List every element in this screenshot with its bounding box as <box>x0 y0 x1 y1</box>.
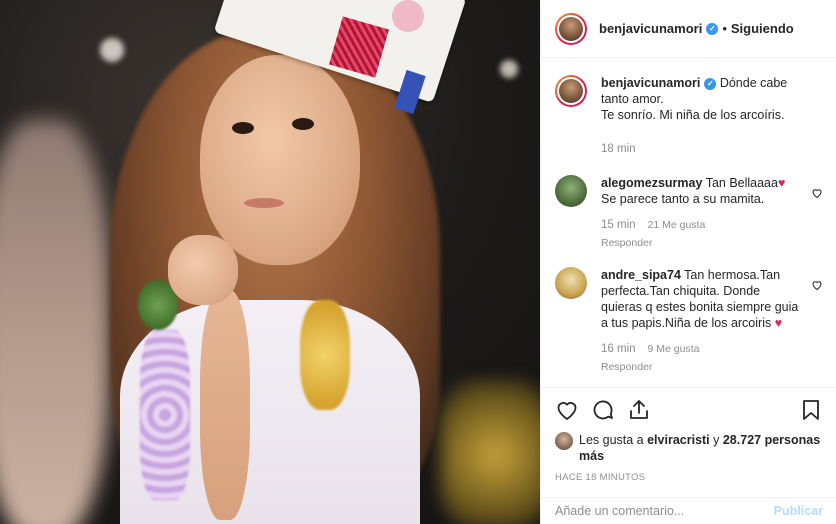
likes-connector: y <box>709 433 723 447</box>
caption-line-2: Te sonrío. Mi niña de los arcoíris. <box>601 108 785 122</box>
post-photo[interactable] <box>0 0 540 524</box>
reply-button[interactable]: Responder <box>601 235 801 251</box>
photo-girl-eye-left <box>232 122 254 134</box>
comment-username[interactable]: alegomezsurmay <box>601 176 702 190</box>
heart-icon[interactable] <box>555 398 579 422</box>
reply-button[interactable]: Responder <box>601 359 801 375</box>
post-actions: Les gusta a elviracristi y 28.727 person… <box>541 387 836 483</box>
following-button[interactable]: Siguiendo <box>731 21 794 36</box>
add-comment-bar: Publicar <box>541 497 836 524</box>
instagram-post: benjavicunamori ✓ • Siguiendo benjavicun… <box>0 0 836 524</box>
liker-username[interactable]: elviracristi <box>647 433 710 447</box>
author-avatar[interactable] <box>555 12 587 45</box>
photo-bokeh-light <box>500 60 518 78</box>
verified-badge-icon: ✓ <box>704 77 717 90</box>
post-caption: benjavicunamori ✓ Dónde cabe tanto amor. … <box>555 75 823 157</box>
share-icon[interactable] <box>627 398 651 422</box>
comment-input[interactable] <box>555 504 774 518</box>
verified-badge-icon: ✓ <box>706 22 719 35</box>
photo-blurred-background-left <box>0 120 110 524</box>
photo-flower-lei-yellow <box>300 300 350 410</box>
likes-prefix: Les gusta a <box>579 433 648 447</box>
photo-girl-eye-right <box>292 118 314 130</box>
follow-separator: • <box>722 21 727 36</box>
photo-flower-lei-purple <box>140 330 190 500</box>
comment-likes-count[interactable]: 21 Me gusta <box>648 217 706 233</box>
photo-girl-fist <box>168 235 238 305</box>
liker-avatar[interactable] <box>555 432 573 450</box>
likes-summary: Les gusta a elviracristi y 28.727 person… <box>555 432 823 464</box>
post-header: benjavicunamori ✓ • Siguiendo <box>541 0 836 58</box>
photo-girl-lips <box>244 198 284 208</box>
small-heart-icon[interactable] <box>811 279 823 291</box>
photo-bokeh-light <box>100 38 124 62</box>
author-avatar[interactable] <box>555 75 587 107</box>
photo-hat-pink-dot <box>392 0 424 32</box>
caption-username[interactable]: benjavicunamori <box>601 76 700 90</box>
photo-girl-face <box>200 55 360 265</box>
small-heart-icon[interactable] <box>811 187 823 199</box>
post-side-panel: benjavicunamori ✓ • Siguiendo benjavicun… <box>540 0 836 524</box>
comment-text-line-2: Se parece tanto a su mamita. <box>601 192 765 206</box>
comment-likes-count[interactable]: 9 Me gusta <box>648 341 700 357</box>
speech-bubble-icon[interactable] <box>591 398 615 422</box>
comment-item: andre_sipa74 Tan hermosa.Tan perfecta.Ta… <box>555 267 823 375</box>
comment-timestamp[interactable]: 16 min <box>601 341 636 357</box>
comments-list[interactable]: benjavicunamori ✓ Dónde cabe tanto amor. … <box>541 59 836 387</box>
commenter-avatar[interactable] <box>555 267 587 299</box>
comment-item: alegomezsurmay Tan Bellaaaa♥ Se parece t… <box>555 175 823 251</box>
post-time-ago[interactable]: HACE 18 MINUTOS <box>555 472 823 483</box>
comment-text: Tan Bellaaaa <box>705 176 778 190</box>
heart-emoji-icon: ♥ <box>777 176 786 190</box>
photo-girl-arm <box>200 290 250 520</box>
commenter-avatar[interactable] <box>555 175 587 207</box>
photo-blurred-background-right <box>440 380 540 524</box>
comment-timestamp[interactable]: 15 min <box>601 217 636 233</box>
comment-username[interactable]: andre_sipa74 <box>601 268 681 282</box>
caption-timestamp[interactable]: 18 min <box>601 141 636 157</box>
heart-emoji-icon: ♥ <box>774 316 783 330</box>
bookmark-icon[interactable] <box>799 398 823 422</box>
author-username[interactable]: benjavicunamori <box>599 21 702 36</box>
publish-button[interactable]: Publicar <box>774 504 823 518</box>
